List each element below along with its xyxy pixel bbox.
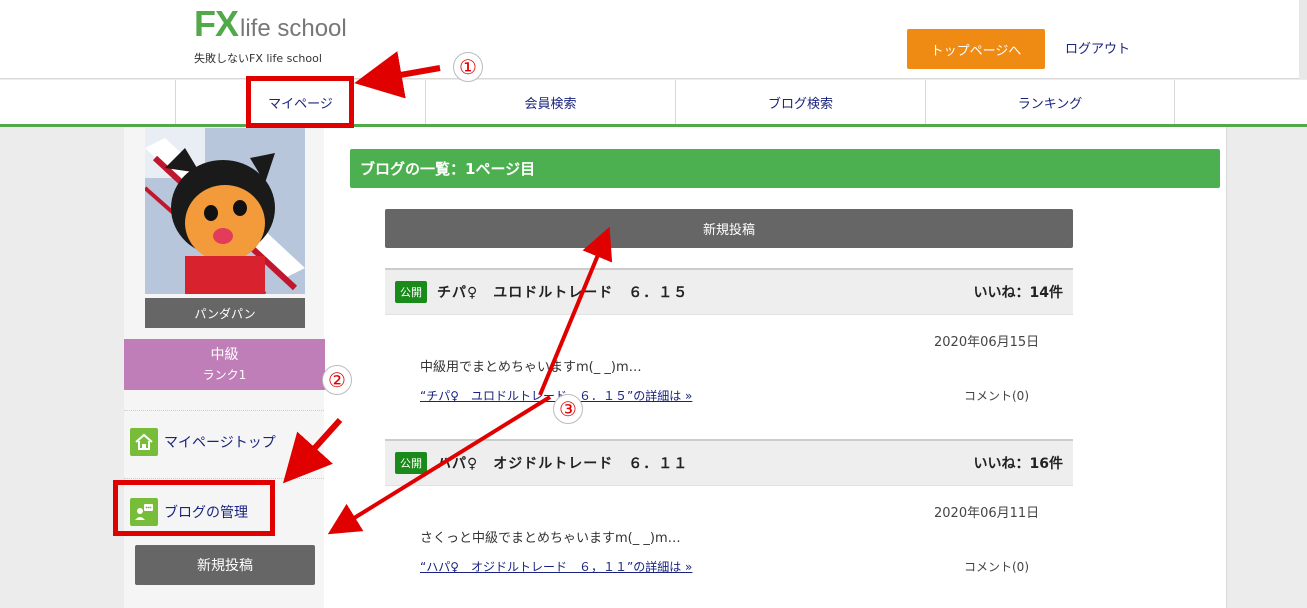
annotation-number-1: ① [453,52,483,82]
username-label: パンダパン [145,298,305,328]
level-rank: ランク1 [202,368,247,382]
post-header: 公開 ハパ♀ オジドルトレード ６．１１ いいね：16件 [385,439,1073,485]
site-tagline: 失敗しないFX life school [194,52,322,65]
sidebar-link-label: マイページトップ [164,435,276,451]
nav-blog-search[interactable]: ブログ検索 [675,80,925,124]
post-detail-link[interactable]: “ハパ♀ オジドルトレード ６，１１”の詳細は » [420,558,692,575]
post-divider [385,314,1073,315]
site-header: FXlife school 失敗しないFX life school トップページ… [0,0,1307,79]
level-badge: 中級 ランク1 [124,339,325,390]
avatar[interactable] [145,128,305,294]
main-nav: マイページ 会員検索 ブログ検索 ランキング [0,80,1307,127]
post-title[interactable]: チパ♀ ユロドルトレード ６．１５ [437,282,688,302]
annotation-box-blog-manage [113,480,275,536]
post-title[interactable]: ハパ♀ オジドルトレード ６．１１ [437,453,688,473]
post-excerpt: 中級用でまとめちゃいますm(_ _)m… [420,360,642,375]
site-logo[interactable]: FXlife school 失敗しないFX life school [194,6,347,66]
annotation-number-2: ② [322,365,352,395]
post-excerpt: さくっと中級でまとめちゃいますm(_ _)m… [420,531,681,546]
sidebar-divider [124,410,324,411]
logo-rest-text: life school [240,15,347,42]
top-page-button[interactable]: トップページへ [907,29,1045,69]
logo-fx-text: FX [194,3,239,44]
annotation-box-mypage [246,76,354,128]
post-header: 公開 チパ♀ ユロドルトレード ６．１５ いいね：14件 [385,268,1073,314]
public-badge: 公開 [395,452,427,474]
sidebar-link-mypage-top[interactable]: マイページトップ [130,428,276,456]
post-date: 2020年06月11日 [934,506,1040,521]
avatar-illustration [145,128,305,294]
likes-count: いいね：14件 [973,285,1063,301]
sidebar-new-post-button[interactable]: 新規投稿 [135,545,315,585]
post-date: 2020年06月15日 [934,335,1040,350]
post-divider [385,485,1073,486]
post-comment-count[interactable]: コメント(0) [964,387,1029,404]
likes-count: いいね：16件 [973,456,1063,472]
nav-ranking[interactable]: ランキング [925,80,1175,124]
level-name: 中級 [210,347,239,363]
nav-member-search[interactable]: 会員検索 [425,80,675,124]
scrollbar[interactable] [1299,0,1307,79]
new-post-button[interactable]: 新規投稿 [385,209,1073,248]
annotation-number-3: ③ [553,394,583,424]
blog-list-title: ブログの一覧：1ページ目 [350,149,1220,188]
public-badge: 公開 [395,281,427,303]
post-comment-count[interactable]: コメント(0) [964,558,1029,575]
sidebar-divider [124,478,324,479]
logout-link[interactable]: ログアウト [1065,38,1130,57]
home-icon [130,428,158,456]
